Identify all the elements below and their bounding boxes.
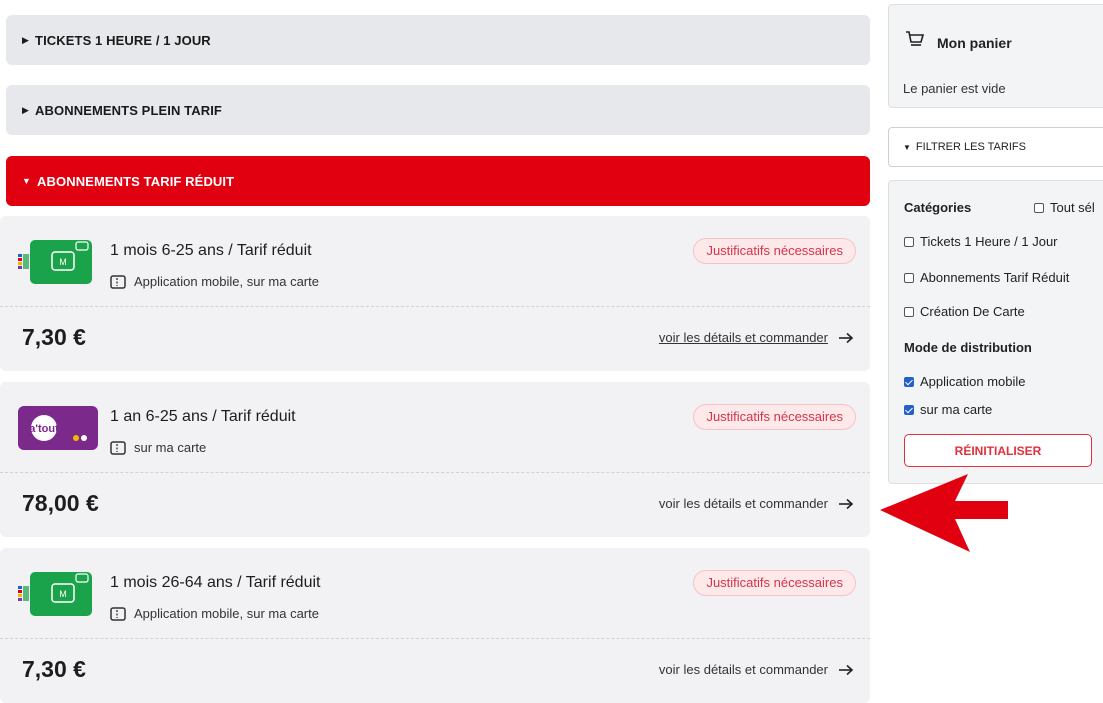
- distribution-option[interactable]: Application mobile: [904, 374, 1026, 389]
- category-option[interactable]: Abonnements Tarif Réduit: [904, 270, 1069, 285]
- imagine-r-card-icon: a'tout: [18, 406, 98, 450]
- svg-text:M: M: [59, 589, 67, 599]
- distribution-label: Application mobile: [920, 374, 1026, 389]
- card-divider: [0, 472, 870, 473]
- navigo-card-icon: M: [18, 240, 92, 284]
- category-label: Tickets 1 Heure / 1 Jour: [920, 234, 1058, 249]
- ticket-icon: [110, 274, 126, 289]
- category-label: Création De Carte: [920, 304, 1025, 319]
- accordion-label: ABONNEMENTS PLEIN TARIF: [35, 102, 222, 118]
- accordion-plein-tarif[interactable]: ▶ ABONNEMENTS PLEIN TARIF: [6, 85, 870, 135]
- details-order-link[interactable]: voir les détails et commander: [659, 662, 854, 677]
- checkbox[interactable]: [904, 236, 914, 247]
- category-option[interactable]: Tickets 1 Heure / 1 Jour: [904, 234, 1058, 249]
- distribution-label: sur ma carte: [920, 402, 993, 417]
- triangle-right-icon: ▶: [22, 34, 30, 45]
- justificatifs-badge: Justificatifs nécessaires: [693, 404, 856, 430]
- distribution-text: sur ma carte: [134, 440, 207, 455]
- card-divider: [0, 306, 870, 307]
- checkbox-checked[interactable]: [904, 404, 914, 415]
- justificatifs-badge: Justificatifs nécessaires: [693, 238, 856, 264]
- cart-title: Mon panier: [937, 35, 1012, 51]
- category-label: Abonnements Tarif Réduit: [920, 270, 1070, 285]
- justificatifs-badge: Justificatifs nécessaires: [693, 570, 856, 596]
- product-card: M 1 mois 6-25 ans / Tarif réduit Applica…: [0, 216, 870, 371]
- distribution-text: Application mobile, sur ma carte: [134, 274, 319, 289]
- details-order-text: voir les détails et commander: [658, 330, 828, 345]
- ticket-icon: [110, 606, 126, 621]
- product-title: 1 mois 6-25 ans / Tarif réduit: [110, 242, 312, 259]
- product-price: 78,00 €: [22, 490, 99, 516]
- details-order-text: voir les détails et commander: [658, 662, 828, 677]
- annotation-arrow-icon: [880, 474, 1008, 552]
- distribution-mode: Application mobile, sur ma carte: [110, 606, 319, 621]
- checkbox[interactable]: [1034, 202, 1044, 213]
- product-price: 7,30 €: [22, 656, 86, 682]
- cart-panel: Mon panier Le panier est vide: [888, 4, 1103, 108]
- product-title: 1 mois 26-64 ans / Tarif réduit: [110, 574, 321, 591]
- reset-button[interactable]: RÉINITIALISER: [904, 434, 1092, 467]
- cart-empty-text: Le panier est vide: [903, 81, 1006, 96]
- svg-text:M: M: [59, 257, 67, 267]
- product-price: 7,30 €: [22, 324, 86, 350]
- select-all-label: Tout sél: [1050, 200, 1095, 215]
- checkbox[interactable]: [904, 306, 914, 317]
- product-title: 1 an 6-25 ans / Tarif réduit: [110, 408, 296, 425]
- filter-toggle-label: FILTRER LES TARIFS: [915, 141, 1026, 153]
- accordion-tarif-reduit[interactable]: ▼ ABONNEMENTS TARIF RÉDUIT: [6, 156, 870, 206]
- triangle-down-icon: ▼: [903, 142, 911, 152]
- distribution-mode: Application mobile, sur ma carte: [110, 274, 319, 289]
- navigo-card-icon: M: [18, 572, 92, 616]
- details-order-link[interactable]: voir les détails et commander: [659, 496, 854, 511]
- accordion-tickets[interactable]: ▶ TICKETS 1 HEURE / 1 JOUR: [6, 15, 870, 65]
- distribution-option[interactable]: sur ma carte: [904, 402, 992, 417]
- arrow-right-icon: [839, 664, 854, 675]
- distribution-text: Application mobile, sur ma carte: [134, 606, 319, 621]
- product-card: a'tout 1 an 6-25 ans / Tarif réduit sur …: [0, 382, 870, 537]
- checkbox-checked[interactable]: [904, 376, 914, 387]
- triangle-down-icon: ▼: [22, 176, 32, 186]
- cart-icon: [906, 31, 925, 46]
- ticket-icon: [110, 440, 126, 455]
- product-card: M 1 mois 26-64 ans / Tarif réduit Applic…: [0, 548, 870, 703]
- arrow-right-icon: [839, 332, 854, 343]
- categories-heading: Catégories: [904, 200, 972, 215]
- details-order-link[interactable]: voir les détails et commander: [659, 330, 854, 345]
- accordion-label: ABONNEMENTS TARIF RÉDUIT: [37, 173, 235, 189]
- filter-toggle[interactable]: ▼ FILTRER LES TARIFS: [888, 127, 1103, 167]
- checkbox[interactable]: [904, 272, 914, 283]
- distribution-heading: Mode de distribution: [904, 340, 1032, 355]
- card-logo-text: a'tout: [29, 423, 59, 435]
- category-option[interactable]: Création De Carte: [904, 304, 1025, 319]
- distribution-mode: sur ma carte: [110, 440, 206, 455]
- select-all-checkbox[interactable]: Tout sél: [1034, 200, 1095, 215]
- triangle-right-icon: ▶: [22, 104, 30, 115]
- details-order-text: voir les détails et commander: [658, 496, 828, 511]
- accordion-label: TICKETS 1 HEURE / 1 JOUR: [35, 32, 211, 48]
- card-divider: [0, 638, 870, 639]
- arrow-right-icon: [839, 498, 854, 509]
